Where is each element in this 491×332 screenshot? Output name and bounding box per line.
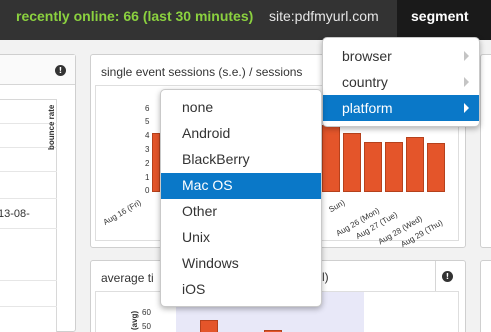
segment-label: segment — [411, 8, 469, 24]
chart-bar — [200, 320, 218, 332]
menu-item-label: country — [342, 74, 388, 90]
menu-item-windows[interactable]: Windows — [161, 251, 321, 277]
menu-item-country[interactable]: country — [323, 69, 479, 95]
table-row — [0, 306, 57, 307]
menu-item-label: Unix — [182, 229, 211, 245]
y-tick: 1 — [145, 173, 150, 182]
menu-item-label: iOS — [182, 281, 206, 297]
chart-bar — [322, 125, 340, 192]
site-selector[interactable]: site:pdfmyurl.com — [269, 8, 379, 24]
y-tick: 50 — [142, 322, 151, 331]
y-axis-label: (avg) — [130, 310, 139, 330]
menu-item-blackberry[interactable]: BlackBerry — [161, 147, 321, 173]
menu-item-browser[interactable]: browser — [323, 43, 479, 69]
date-cell: 13-08- — [0, 208, 30, 220]
menu-item-android[interactable]: Android — [161, 121, 321, 147]
chevron-right-icon — [464, 103, 469, 113]
segment-menu: browser country platform — [322, 37, 480, 127]
menu-item-label: platform — [342, 100, 393, 116]
info-icon[interactable]: ! — [55, 65, 66, 76]
chart-bar — [385, 142, 403, 192]
panel-title: average ti — [101, 271, 154, 285]
menu-item-label: Mac OS — [182, 177, 233, 193]
y-axis-label: bounce rate — [47, 104, 56, 150]
menu-item-label: browser — [342, 48, 392, 64]
table-row — [0, 228, 57, 229]
right-panel — [480, 260, 491, 332]
chart-bar — [364, 142, 382, 192]
right-panel — [480, 54, 491, 248]
left-panel-header: ! — [0, 55, 75, 85]
table-row — [0, 280, 57, 281]
chevron-right-icon — [464, 77, 469, 87]
chart-bar — [406, 137, 424, 192]
platform-submenu: none Android BlackBerry Mac OS Other Uni… — [160, 89, 322, 307]
segment-tab[interactable]: segment — [397, 0, 491, 40]
online-count[interactable]: recently online: 66 (last 30 minutes) — [16, 8, 253, 24]
y-tick: 4 — [145, 131, 150, 140]
left-panel: ! 13-08- — [0, 54, 76, 332]
y-tick: 5 — [145, 117, 150, 126]
divider — [435, 261, 436, 291]
y-tick: 3 — [145, 145, 150, 154]
chart-bar — [427, 143, 445, 192]
menu-item-label: Other — [182, 203, 218, 219]
chevron-right-icon — [464, 51, 469, 61]
menu-item-label: Android — [182, 125, 231, 141]
chart-bar — [152, 133, 160, 192]
menu-item-label: Windows — [182, 255, 239, 271]
y-tick: 6 — [145, 104, 150, 113]
y-tick: 60 — [142, 308, 151, 317]
menu-item-platform[interactable]: platform — [323, 95, 479, 121]
chart-title: single event sessions (s.e.) / sessions — [101, 65, 303, 79]
y-tick: 0 — [145, 186, 150, 195]
top-bar: recently online: 66 (last 30 minutes) si… — [0, 0, 491, 40]
menu-item-none[interactable]: none — [161, 95, 321, 121]
menu-item-ios[interactable]: iOS — [161, 277, 321, 303]
chart-bar — [343, 133, 361, 192]
menu-item-unix[interactable]: Unix — [161, 225, 321, 251]
menu-item-mac-os[interactable]: Mac OS — [161, 173, 321, 199]
menu-item-label: BlackBerry — [182, 151, 250, 167]
table-row — [0, 171, 57, 172]
table-row — [0, 198, 57, 199]
menu-item-label: none — [182, 99, 214, 115]
info-icon[interactable]: ! — [442, 271, 453, 282]
y-tick: 2 — [145, 159, 150, 168]
menu-item-other[interactable]: Other — [161, 199, 321, 225]
